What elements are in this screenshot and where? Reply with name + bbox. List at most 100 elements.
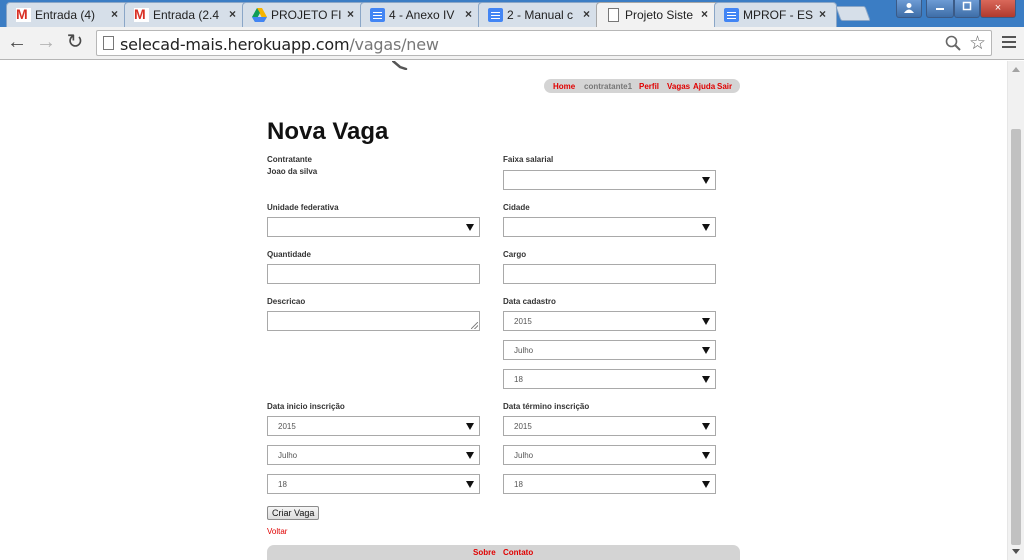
unidade-federativa-select[interactable]	[267, 217, 480, 237]
close-icon[interactable]: ×	[347, 7, 354, 21]
dropdown-arrow-icon	[466, 224, 474, 231]
nav-ajuda-link[interactable]: Ajuda	[693, 82, 715, 91]
gmail-icon	[16, 6, 31, 22]
maximize-icon[interactable]	[954, 0, 980, 18]
select-value: Julho	[514, 451, 534, 460]
contratante-value: Joao da silva	[267, 167, 318, 176]
page-icon	[103, 36, 114, 50]
faixa-salarial-label: Faixa salarial	[503, 155, 554, 164]
reload-icon[interactable]: ↻	[64, 32, 86, 54]
close-icon[interactable]: ×	[583, 7, 590, 21]
dropdown-arrow-icon	[702, 452, 710, 459]
select-value: 2015	[278, 422, 296, 431]
dropdown-arrow-icon	[702, 177, 710, 184]
select-value: 18	[514, 480, 523, 489]
tab-title: PROJETO FI	[271, 8, 342, 22]
close-icon[interactable]: ×	[701, 7, 708, 21]
browser-tab-strip: Entrada (4) × Entrada (2.4 × PROJETO FI …	[0, 0, 1024, 27]
close-icon[interactable]: ×	[465, 7, 472, 21]
user-icon[interactable]	[896, 0, 922, 18]
window-close-button[interactable]: ×	[980, 0, 1016, 18]
nav-current-user: contratante1	[584, 82, 633, 91]
data-termino-month-select[interactable]: Julho	[503, 445, 716, 465]
close-icon[interactable]: ×	[229, 7, 236, 21]
footer-contato-link[interactable]: Contato	[503, 548, 533, 557]
tab-drive-projeto[interactable]: PROJETO FI ×	[242, 2, 365, 27]
address-bar[interactable]: selecad-mais.herokuapp.com/vagas/new ☆	[96, 30, 992, 56]
dropdown-arrow-icon	[702, 347, 710, 354]
cidade-label: Cidade	[503, 203, 530, 212]
resize-grip-icon[interactable]	[471, 322, 478, 329]
voltar-link[interactable]: Voltar	[267, 527, 287, 536]
tab-title: 2 - Manual c	[507, 8, 574, 22]
cargo-label: Cargo	[503, 250, 527, 259]
tab-docs-mprof[interactable]: MPROF - ES ×	[714, 2, 837, 27]
drive-icon	[252, 8, 267, 22]
tab-title: Entrada (4)	[35, 8, 96, 22]
quantidade-label: Quantidade	[267, 250, 312, 259]
docs-icon	[370, 8, 385, 22]
vertical-scrollbar[interactable]	[1007, 61, 1024, 560]
nav-perfil-link[interactable]: Perfil	[639, 82, 659, 91]
data-cadastro-month-select[interactable]: Julho	[503, 340, 716, 360]
faixa-salarial-select[interactable]	[503, 170, 716, 190]
select-value: Julho	[278, 451, 298, 460]
tab-docs-anexo[interactable]: 4 - Anexo IV ×	[360, 2, 483, 27]
top-navigation: Home contratante1 Perfil Vagas Ajuda Sai…	[544, 79, 740, 93]
tab-docs-manual[interactable]: 2 - Manual c ×	[478, 2, 601, 27]
contratante-label: Contratante	[267, 155, 312, 164]
tab-title: Entrada (2.4	[153, 8, 220, 22]
cidade-select[interactable]	[503, 217, 716, 237]
dropdown-arrow-icon	[702, 318, 710, 325]
dropdown-arrow-icon	[466, 452, 474, 459]
footer-sobre-link[interactable]: Sobre	[473, 548, 496, 557]
data-inicio-month-select[interactable]: Julho	[267, 445, 480, 465]
nav-vagas-link[interactable]: Vagas	[667, 82, 690, 91]
tab-projeto-sistema-active[interactable]: Projeto Siste ×	[596, 2, 719, 27]
data-cadastro-year-select[interactable]: 2015	[503, 311, 716, 331]
tab-gmail-entrada-2[interactable]: Entrada (2.4 ×	[124, 2, 247, 27]
page-viewport: Home contratante1 Perfil Vagas Ajuda Sai…	[0, 61, 1007, 560]
unidade-federativa-label: Unidade federativa	[267, 203, 339, 212]
descricao-textarea[interactable]	[267, 311, 480, 331]
descricao-label: Descricao	[267, 297, 306, 306]
footer-bar: Sobre Contato	[267, 545, 740, 560]
close-icon[interactable]: ×	[111, 7, 118, 21]
minimize-icon[interactable]	[926, 0, 954, 18]
back-arrow-icon[interactable]: ←	[6, 32, 28, 54]
quantidade-input[interactable]	[267, 264, 480, 284]
data-termino-label: Data término inscrição	[503, 402, 590, 411]
nav-sair-link[interactable]: Sair	[717, 82, 732, 91]
scroll-down-arrow-icon[interactable]	[1012, 549, 1020, 554]
gmail-icon	[134, 6, 149, 22]
data-cadastro-label: Data cadastro	[503, 297, 556, 306]
criar-vaga-button[interactable]: Criar Vaga	[267, 506, 320, 520]
menu-icon[interactable]	[1002, 36, 1016, 48]
logo-fragment-icon	[392, 61, 408, 70]
scroll-up-arrow-icon[interactable]	[1012, 67, 1020, 72]
tab-title: MPROF - ES	[743, 8, 814, 22]
page-icon	[608, 8, 619, 22]
data-termino-day-select[interactable]: 18	[503, 474, 716, 494]
close-icon[interactable]: ×	[819, 7, 826, 21]
url-text[interactable]: selecad-mais.herokuapp.com/vagas/new	[120, 35, 439, 54]
new-tab-button[interactable]	[835, 6, 871, 21]
tab-title: Projeto Siste	[625, 8, 694, 22]
nav-home-link[interactable]: Home	[553, 82, 575, 91]
scrollbar-thumb[interactable]	[1011, 129, 1021, 545]
url-path: /vagas/new	[349, 35, 439, 54]
select-value: 18	[514, 375, 523, 384]
forward-arrow-icon[interactable]: →	[35, 32, 57, 54]
zoom-icon[interactable]	[945, 35, 961, 51]
cargo-input[interactable]	[503, 264, 716, 284]
tab-gmail-entrada-4[interactable]: Entrada (4) ×	[6, 2, 129, 27]
data-cadastro-day-select[interactable]: 18	[503, 369, 716, 389]
data-inicio-year-select[interactable]: 2015	[267, 416, 480, 436]
dropdown-arrow-icon	[702, 224, 710, 231]
select-value: 2015	[514, 317, 532, 326]
data-termino-year-select[interactable]: 2015	[503, 416, 716, 436]
bookmark-star-icon[interactable]: ☆	[969, 32, 986, 55]
data-inicio-day-select[interactable]: 18	[267, 474, 480, 494]
dropdown-arrow-icon	[702, 423, 710, 430]
docs-icon	[488, 8, 503, 22]
